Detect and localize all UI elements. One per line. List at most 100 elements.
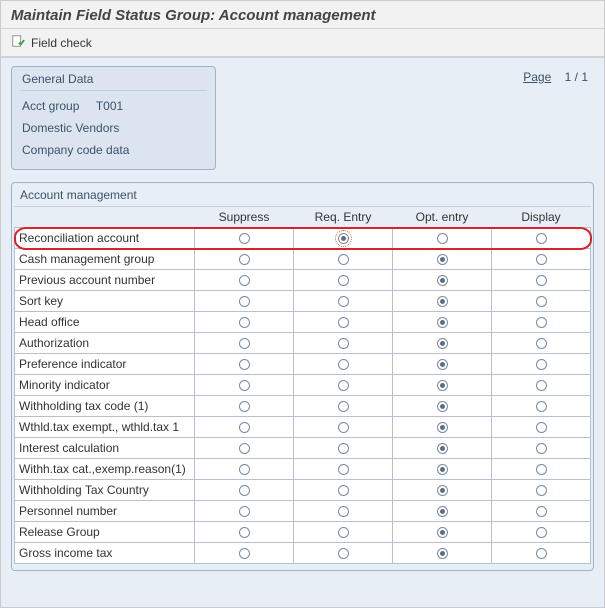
radio-opt[interactable] [437,275,448,286]
row-label: Previous account number [15,270,195,291]
table-row: Sort key [15,291,591,312]
radio-display[interactable] [536,380,547,391]
radio-opt[interactable] [437,548,448,559]
radio-display[interactable] [536,527,547,538]
radio-cell-req [294,270,393,291]
field-check-button[interactable]: Field check [31,36,92,50]
radio-opt[interactable] [437,338,448,349]
radio-suppress[interactable] [239,359,250,370]
radio-cell-opt [393,249,492,270]
radio-opt[interactable] [437,464,448,475]
radio-opt[interactable] [437,233,448,244]
radio-cell-opt [393,270,492,291]
radio-req[interactable] [338,317,349,328]
radio-cell-opt [393,480,492,501]
page-total: 1 [581,70,588,84]
radio-display[interactable] [536,275,547,286]
radio-opt[interactable] [437,254,448,265]
radio-opt[interactable] [437,401,448,412]
radio-display[interactable] [536,464,547,475]
radio-suppress[interactable] [239,464,250,475]
radio-cell-display [492,291,591,312]
radio-opt[interactable] [437,380,448,391]
table-row: Preference indicator [15,354,591,375]
radio-display[interactable] [536,296,547,307]
app-window: Maintain Field Status Group: Account man… [0,0,605,608]
radio-opt[interactable] [437,359,448,370]
table-row: Reconciliation account [15,228,591,249]
radio-req[interactable] [338,233,349,244]
radio-cell-display [492,228,591,249]
row-label: Reconciliation account [15,228,195,249]
radio-suppress[interactable] [239,296,250,307]
radio-opt[interactable] [437,527,448,538]
radio-suppress[interactable] [239,338,250,349]
row-label: Preference indicator [15,354,195,375]
table-title: Account management [14,183,591,207]
radio-req[interactable] [338,527,349,538]
radio-req[interactable] [338,359,349,370]
radio-req[interactable] [338,275,349,286]
radio-req[interactable] [338,422,349,433]
row-label: Personnel number [15,501,195,522]
radio-req[interactable] [338,443,349,454]
radio-display[interactable] [536,443,547,454]
radio-suppress[interactable] [239,527,250,538]
radio-req[interactable] [338,401,349,412]
radio-suppress[interactable] [239,275,250,286]
radio-cell-suppress [195,417,294,438]
radio-cell-display [492,375,591,396]
radio-opt[interactable] [437,317,448,328]
field-check-icon [11,34,25,51]
radio-cell-display [492,543,591,564]
radio-cell-opt [393,375,492,396]
radio-cell-req [294,438,393,459]
row-label: Sort key [15,291,195,312]
radio-suppress[interactable] [239,380,250,391]
radio-cell-req [294,333,393,354]
radio-display[interactable] [536,317,547,328]
radio-cell-suppress [195,249,294,270]
radio-opt[interactable] [437,485,448,496]
radio-suppress[interactable] [239,254,250,265]
radio-req[interactable] [338,464,349,475]
radio-display[interactable] [536,422,547,433]
radio-cell-opt [393,291,492,312]
radio-display[interactable] [536,401,547,412]
radio-opt[interactable] [437,422,448,433]
radio-req[interactable] [338,548,349,559]
radio-suppress[interactable] [239,401,250,412]
radio-req[interactable] [338,506,349,517]
radio-req[interactable] [338,296,349,307]
radio-req[interactable] [338,380,349,391]
row-label: Authorization [15,333,195,354]
radio-suppress[interactable] [239,317,250,328]
radio-display[interactable] [536,233,547,244]
radio-opt[interactable] [437,443,448,454]
radio-display[interactable] [536,338,547,349]
radio-suppress[interactable] [239,443,250,454]
radio-req[interactable] [338,254,349,265]
radio-suppress[interactable] [239,485,250,496]
radio-display[interactable] [536,506,547,517]
radio-suppress[interactable] [239,422,250,433]
radio-display[interactable] [536,548,547,559]
radio-cell-opt [393,333,492,354]
radio-req[interactable] [338,338,349,349]
row-label: Withholding tax code (1) [15,396,195,417]
radio-cell-opt [393,354,492,375]
row-label: Withholding Tax Country [15,480,195,501]
radio-opt[interactable] [437,296,448,307]
radio-suppress[interactable] [239,506,250,517]
radio-cell-suppress [195,354,294,375]
radio-cell-opt [393,522,492,543]
radio-suppress[interactable] [239,233,250,244]
radio-display[interactable] [536,254,547,265]
radio-suppress[interactable] [239,548,250,559]
radio-req[interactable] [338,485,349,496]
radio-display[interactable] [536,485,547,496]
radio-cell-req [294,459,393,480]
radio-display[interactable] [536,359,547,370]
radio-cell-opt [393,312,492,333]
radio-opt[interactable] [437,506,448,517]
